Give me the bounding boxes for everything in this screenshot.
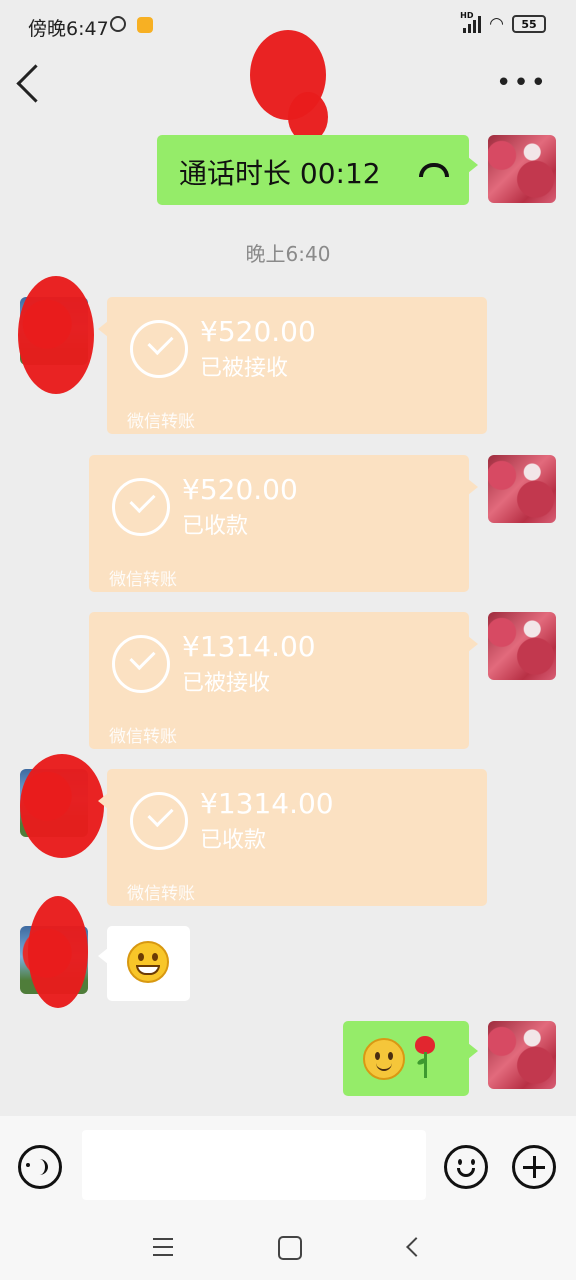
back-button[interactable]: [16, 64, 55, 103]
back-icon[interactable]: [406, 1237, 426, 1257]
emoji-button[interactable]: [444, 1145, 488, 1189]
more-options-button[interactable]: •••: [496, 68, 548, 98]
transfer-amount: ¥1314.00: [182, 630, 316, 663]
transfer-amount: ¥520.00: [200, 315, 316, 348]
voice-input-button[interactable]: [18, 1145, 62, 1189]
plus-button[interactable]: [512, 1145, 556, 1189]
redaction-mark: [18, 276, 94, 394]
transfer-card[interactable]: ¥520.00 已被接收 微信转账: [98, 297, 487, 434]
hd-label: HD: [460, 11, 474, 20]
battery-icon: 55: [512, 15, 546, 33]
rose-icon: [413, 1036, 437, 1082]
home-icon[interactable]: [278, 1236, 302, 1260]
transfer-amount: ¥520.00: [182, 473, 298, 506]
voice-input-icon: [26, 1159, 48, 1175]
grinning-face-icon: [127, 941, 169, 983]
check-circle-icon: [112, 478, 170, 536]
my-avatar[interactable]: [488, 612, 556, 680]
app-notification-icon: [137, 17, 153, 33]
menu-icon[interactable]: [153, 1238, 173, 1256]
phone-hangup-icon: [419, 163, 449, 177]
check-circle-icon: [112, 635, 170, 693]
time-separator: 晚上6:40: [245, 242, 331, 266]
input-bar: [0, 1116, 576, 1216]
my-avatar[interactable]: [488, 135, 556, 203]
chat-header: •••: [0, 30, 576, 142]
transfer-card[interactable]: ¥520.00 已收款 微信转账: [89, 455, 478, 592]
smile-face-icon: [363, 1038, 405, 1080]
system-nav-bar: [0, 1216, 576, 1280]
transfer-status: 已被接收: [200, 356, 289, 381]
call-message[interactable]: 通话时长 00:12: [157, 135, 478, 205]
redaction-mark: [20, 754, 104, 858]
alarm-icon: [110, 16, 126, 32]
status-time: 傍晚6:47: [28, 18, 109, 40]
chat-area[interactable]: 通话时长 00:12 晚上6:40 ¥520.00 已被接收 微信转账 ¥520…: [0, 116, 576, 1116]
emoji-message[interactable]: [98, 926, 190, 1001]
check-circle-icon: [130, 320, 188, 378]
transfer-amount: ¥1314.00: [200, 787, 334, 820]
signal-icon: HD: [460, 11, 482, 33]
my-avatar[interactable]: [488, 1021, 556, 1089]
transfer-status: 已被接收: [182, 671, 271, 696]
transfer-status: 已收款: [182, 514, 249, 539]
status-indicators: HD ◠ 55: [460, 11, 546, 34]
redaction-mark: [28, 896, 88, 1008]
transfer-label: 微信转账: [127, 884, 195, 904]
message-input[interactable]: [82, 1130, 426, 1200]
emoji-message[interactable]: [343, 1021, 478, 1096]
transfer-label: 微信转账: [109, 570, 177, 590]
check-circle-icon: [130, 792, 188, 850]
transfer-card[interactable]: ¥1314.00 已被接收 微信转账: [89, 612, 478, 749]
call-duration-text: 通话时长 00:12: [179, 157, 381, 190]
transfer-card[interactable]: ¥1314.00 已收款 微信转账: [98, 769, 487, 906]
my-avatar[interactable]: [488, 455, 556, 523]
transfer-label: 微信转账: [127, 412, 195, 432]
wifi-icon: ◠: [489, 14, 504, 34]
transfer-label: 微信转账: [109, 727, 177, 747]
transfer-status: 已收款: [200, 828, 267, 853]
battery-level: 55: [521, 17, 537, 31]
